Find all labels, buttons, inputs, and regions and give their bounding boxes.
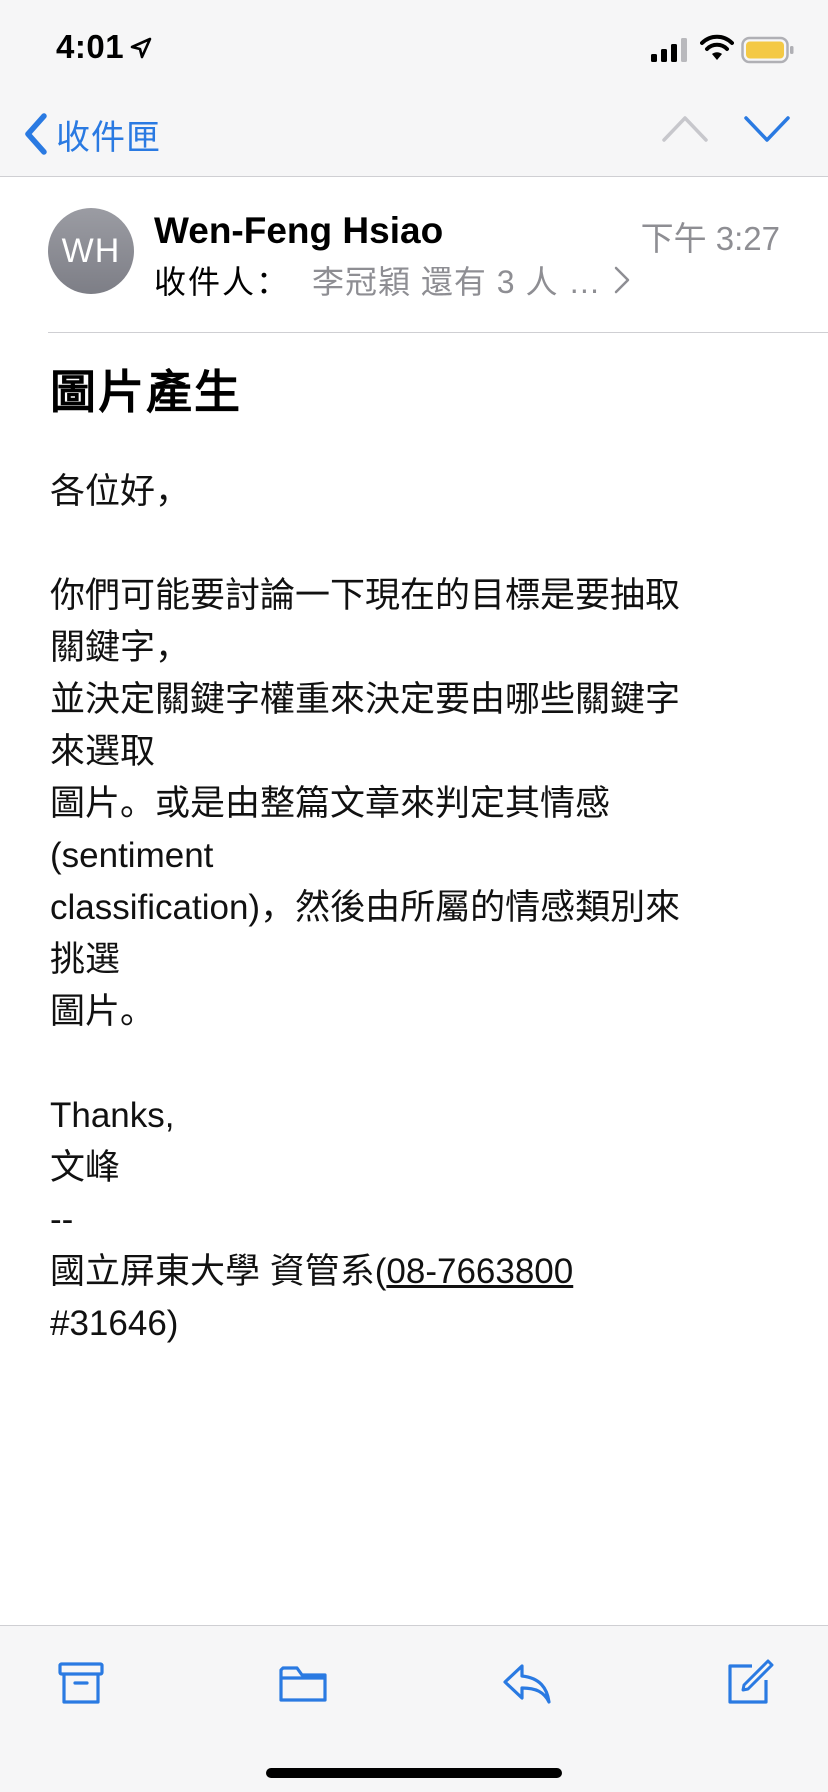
- phone-number-link[interactable]: 08-7663800: [386, 1252, 573, 1291]
- body-line: (sentiment: [50, 836, 214, 875]
- body-line: classification)，然後由所屬的情感類別來: [50, 888, 681, 927]
- battery-icon: [741, 36, 794, 64]
- recipients-row[interactable]: 收件人： 李冠穎 還有 3 人 …: [154, 258, 631, 302]
- signature-department: 國立屏東大學 資管系(: [50, 1252, 387, 1291]
- reply-button[interactable]: [500, 1656, 554, 1710]
- body-line: 你們可能要討論一下現在的目標是要抽取: [50, 576, 681, 615]
- signature-line: #31646): [50, 1298, 760, 1350]
- archive-button[interactable]: [54, 1656, 108, 1710]
- home-indicator: [266, 1768, 562, 1778]
- chevron-up-icon[interactable]: [660, 110, 710, 146]
- body-line: 關鍵字，: [50, 628, 191, 667]
- compose-button[interactable]: [722, 1656, 776, 1710]
- reply-icon: [503, 1664, 551, 1704]
- body-line: 圖片。或是由整篇文章來判定其情感: [50, 784, 611, 823]
- compose-icon: [728, 1659, 774, 1704]
- header-divider: [48, 332, 828, 333]
- phone-extension: #31646: [50, 1304, 167, 1343]
- chevron-down-icon[interactable]: [742, 110, 792, 146]
- cellular-signal-icon: [651, 38, 687, 62]
- bottom-toolbar: [0, 1625, 828, 1792]
- body-line: --: [50, 1200, 74, 1239]
- body-line: Thanks,: [50, 1096, 175, 1135]
- folder-icon: [279, 1666, 327, 1702]
- sender-name[interactable]: Wen-Feng Hsiao: [154, 210, 443, 252]
- status-bar: 4:01: [0, 0, 828, 100]
- avatar-initials: WH: [61, 231, 121, 270]
- avatar: WH: [48, 208, 134, 294]
- message-subject: 圖片產生: [50, 366, 242, 418]
- signature-line: 國立屏東大學 資管系(08-7663800: [50, 1246, 760, 1298]
- body-line: 圖片。: [50, 992, 156, 1031]
- wifi-icon: [700, 34, 734, 60]
- body-line: 並決定關鍵字權重來決定要由哪些關鍵字: [50, 680, 681, 719]
- body-line: 文峰: [50, 1148, 121, 1187]
- body-line: 來選取: [50, 732, 156, 771]
- back-label: 收件匣: [56, 118, 161, 157]
- recipients-label: 收件人：: [154, 264, 291, 300]
- body-line: 挑選: [50, 940, 121, 979]
- message-header: WH Wen-Feng Hsiao 下午 3:27 收件人： 李冠穎 還有 3 …: [0, 178, 828, 333]
- archive-icon: [58, 1662, 104, 1704]
- body-blank-line: [50, 1038, 760, 1090]
- top-bar: 4:01 收件匣: [0, 0, 828, 177]
- sent-time: 下午 3:27: [640, 220, 780, 257]
- move-to-folder-button[interactable]: [276, 1656, 330, 1710]
- mail-message-screen: 4:01 收件匣 WH Wen-Feng Hsiao 下午 3:27 收件人： …: [0, 0, 828, 1792]
- back-to-inbox-button[interactable]: 收件匣: [22, 108, 161, 160]
- chevron-left-icon: [25, 113, 47, 155]
- navigation-bar: 收件匣: [0, 100, 828, 177]
- status-time: 4:01: [56, 28, 125, 65]
- signature-close-paren: ): [166, 1304, 179, 1343]
- chevron-right-icon: [615, 266, 630, 294]
- message-body: 各位好， 你們可能要討論一下現在的目標是要抽取 關鍵字， 並決定關鍵字權重來決定…: [50, 466, 760, 1350]
- recipients-value: 李冠穎 還有 3 人 …: [312, 264, 602, 300]
- body-blank-line: [50, 518, 760, 570]
- body-line: 各位好，: [50, 472, 191, 511]
- location-arrow-icon: [130, 37, 152, 59]
